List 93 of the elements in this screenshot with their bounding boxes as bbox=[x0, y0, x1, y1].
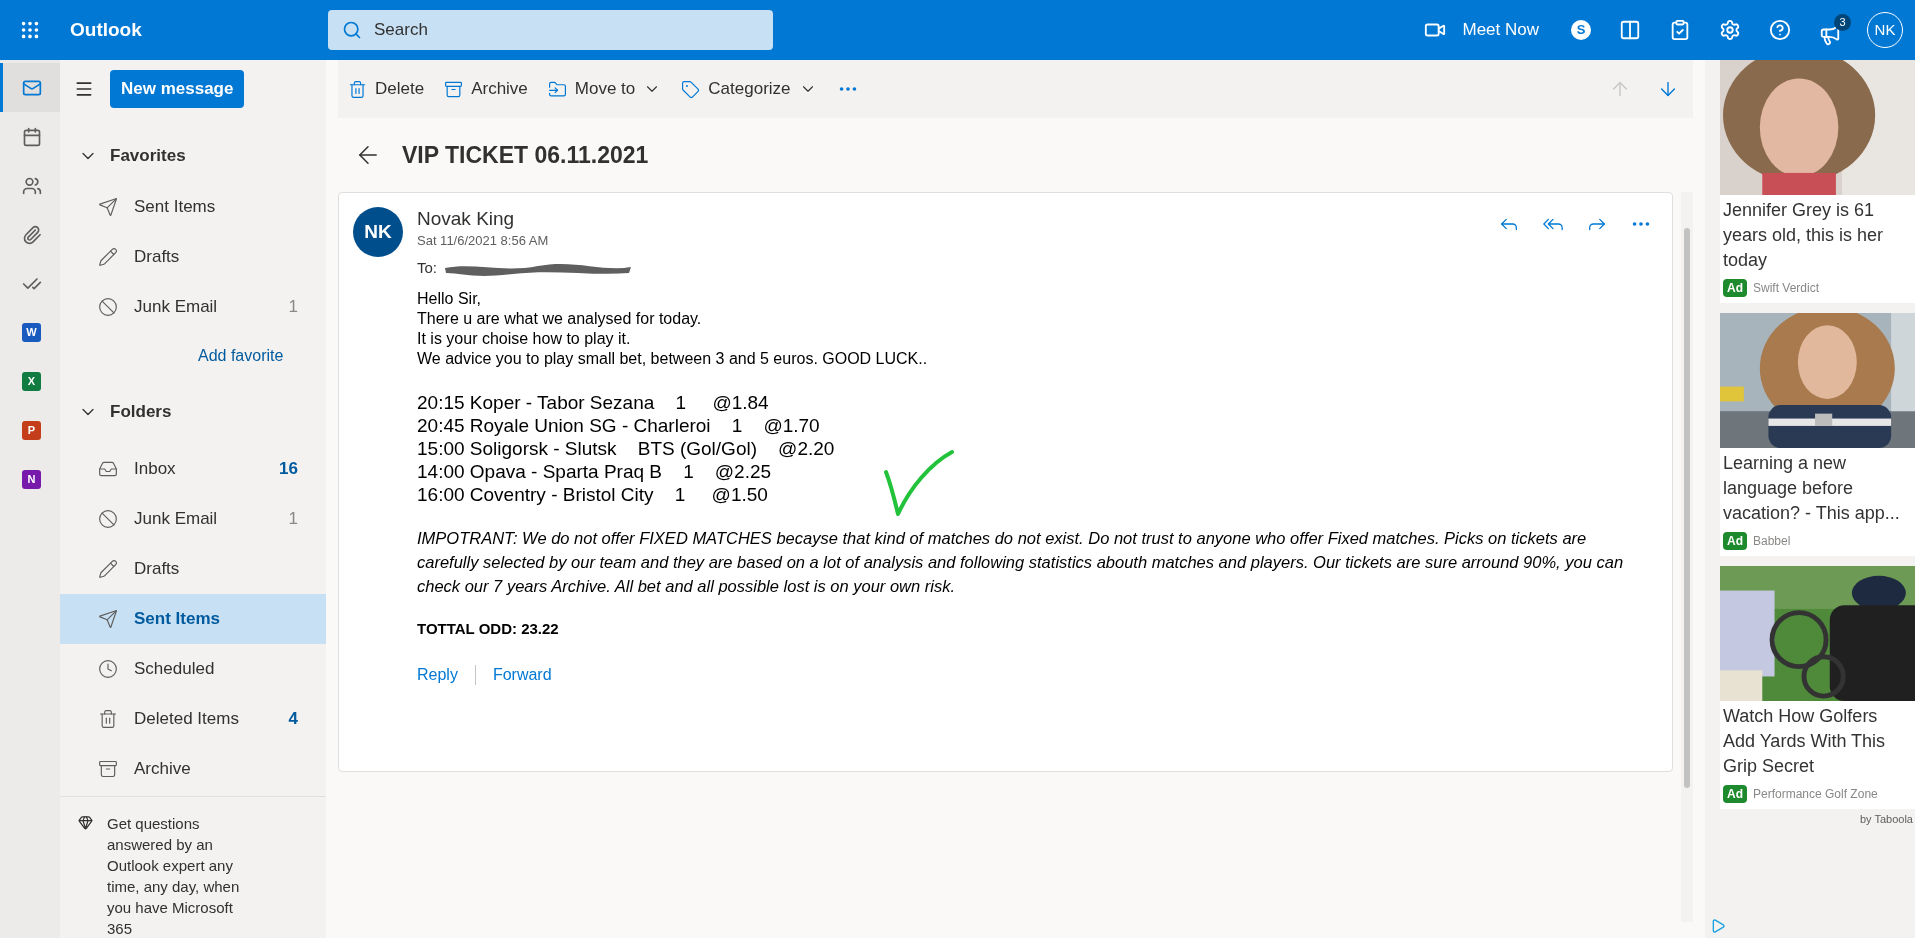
rail-item[interactable]: W bbox=[0, 308, 60, 357]
app-icon: X bbox=[22, 372, 41, 391]
skype-icon[interactable]: S bbox=[1571, 20, 1591, 40]
message-action-link[interactable]: Reply bbox=[417, 662, 458, 687]
trash-icon bbox=[98, 709, 118, 729]
recipient-label: To: bbox=[417, 257, 437, 278]
body-text: Hello Sir, bbox=[417, 289, 482, 309]
unread-count: 1 bbox=[288, 508, 298, 531]
unread-count: 1 bbox=[288, 296, 298, 319]
diamond-icon bbox=[78, 815, 93, 830]
ad-badge: Ad bbox=[1723, 279, 1747, 297]
folder-move-icon bbox=[547, 79, 567, 99]
pencil-icon bbox=[98, 247, 118, 267]
folder-item[interactable]: Sent Items bbox=[60, 594, 326, 644]
body-text: We advice you to play small bet, between 3 and 5 euros. GOOD LUCK.. bbox=[417, 349, 928, 369]
sender-avatar: NK bbox=[353, 207, 403, 257]
folder-item[interactable]: Inbox 16 bbox=[60, 444, 326, 494]
body-text: It is your choise how to play it. bbox=[417, 329, 631, 349]
folder-item[interactable]: Sent Items bbox=[60, 182, 326, 232]
pick-line: 16:00 Coventry - Bristol City 1 @1.50 bbox=[417, 483, 768, 506]
clock-icon bbox=[98, 659, 118, 679]
folder-item[interactable]: Archive bbox=[60, 744, 326, 794]
inbox-icon bbox=[98, 459, 118, 479]
add-favorite-link[interactable]: Add favorite bbox=[60, 332, 326, 380]
app-icon: W bbox=[22, 323, 41, 342]
send-icon bbox=[98, 197, 118, 217]
archive-icon bbox=[444, 79, 464, 99]
meet-now-button[interactable]: Meet Now bbox=[1424, 17, 1539, 43]
archive-icon bbox=[98, 759, 118, 779]
folder-item[interactable]: Junk Email 1 bbox=[60, 494, 326, 544]
upgrade-promo: Get questions answered by an Outlook expert any time, any day, when you have Microsoft 365 bbox=[107, 814, 241, 938]
disclaimer-text: IMPOTRANT: We do not offer FIXED MATCHES becayse that kind of matches do not exist. Do not trust to anyone who offer Fixed matches. Picks on tickets are carefully selected by our team and they are based on a lot of analysis and following statistics abouth matches and players. Our tickets are sure arround 90%, you can check our 7 years Archive. All bet and all possible lost is on your own risk. bbox=[417, 528, 1625, 597]
unread-count: 4 bbox=[288, 708, 298, 731]
rail-item[interactable]: X bbox=[0, 357, 60, 406]
ad-title: Watch How Golfers Add Yards With This Grip Secret bbox=[1722, 705, 1887, 778]
rail-item[interactable]: P bbox=[0, 406, 60, 455]
sender-name: Novak King bbox=[417, 207, 515, 231]
toolbar-button[interactable]: Delete bbox=[348, 76, 425, 102]
ad-source: Babbel bbox=[1753, 533, 1791, 550]
ad-card[interactable]: Watch How Golfers Add Yards With This Grip Secret Ad Performance Golf Zone bbox=[1720, 566, 1915, 809]
message-action-link[interactable]: Forward bbox=[492, 662, 552, 687]
paperclip-icon bbox=[21, 224, 42, 245]
unread-count: 16 bbox=[279, 458, 298, 481]
send-icon bbox=[98, 609, 118, 629]
ad-title: Learning a new language before vacation? - This app... bbox=[1722, 452, 1901, 525]
pencil-icon bbox=[98, 559, 118, 579]
notification-badge: 3 bbox=[1834, 14, 1851, 31]
section-header[interactable]: Folders bbox=[60, 386, 326, 438]
ad-choices-icon bbox=[1710, 918, 1726, 934]
pick-line: 14:00 Opava - Sparta Praq B 1 @2.25 bbox=[417, 460, 772, 483]
body-text: There u are what we analysed for today. bbox=[417, 309, 702, 329]
toolbar-button[interactable]: Archive bbox=[444, 76, 528, 102]
ad-source: Swift Verdict bbox=[1753, 280, 1820, 297]
rail-item[interactable]: N bbox=[0, 455, 60, 504]
folder-item[interactable]: Drafts bbox=[60, 232, 326, 282]
toolbar-button[interactable]: Move to bbox=[547, 76, 662, 102]
scrollbar[interactable] bbox=[1681, 192, 1693, 922]
pick-line: 20:45 Royale Union SG - Charleroi 1 @1.70 bbox=[417, 414, 820, 437]
pick-line: 15:00 Soligorsk - Slutsk BTS (Gol/Gol) @2.20 bbox=[417, 437, 835, 460]
megaphone-icon[interactable] bbox=[1819, 24, 1841, 46]
settings-icon[interactable] bbox=[1719, 19, 1741, 41]
clipboard-check-icon[interactable] bbox=[1669, 19, 1691, 41]
pick-line: 20:15 Koper - Tabor Sezana 1 @1.84 bbox=[417, 391, 769, 414]
folder-item[interactable]: Drafts bbox=[60, 544, 326, 594]
blocked-icon bbox=[98, 297, 118, 317]
folder-item[interactable]: Deleted Items 4 bbox=[60, 694, 326, 744]
message-subject: VIP TICKET 06.11.2021 bbox=[402, 140, 649, 170]
ad-card[interactable]: Jennifer Grey is 61 years old, this is her today Ad Swift Verdict bbox=[1720, 60, 1915, 303]
people-icon bbox=[21, 175, 42, 196]
blocked-icon bbox=[98, 509, 118, 529]
toolbar-button[interactable]: Categorize bbox=[681, 76, 817, 102]
folder-item[interactable]: Scheduled bbox=[60, 644, 326, 694]
folder-item[interactable]: Junk Email 1 bbox=[60, 282, 326, 332]
total-odds: TOTTAL ODD: 23.22 bbox=[417, 619, 559, 639]
search-field[interactable]: Search bbox=[328, 10, 773, 50]
trash-icon bbox=[348, 79, 367, 99]
new-message-button[interactable]: New message bbox=[110, 70, 245, 108]
app-icon: N bbox=[22, 470, 41, 489]
app-name: Outlook bbox=[70, 17, 143, 42]
ad-card[interactable]: Learning a new language before vacation? - This app... Ad Babbel bbox=[1720, 313, 1915, 556]
help-icon[interactable] bbox=[1769, 19, 1791, 41]
message-date: Sat 11/6/2021 8:56 AM bbox=[417, 232, 549, 250]
calendar-icon bbox=[21, 126, 42, 147]
ad-badge: Ad bbox=[1723, 785, 1747, 803]
ad-title: Jennifer Grey is 61 years old, this is her today bbox=[1722, 199, 1885, 272]
ad-badge: Ad bbox=[1723, 532, 1747, 550]
section-header[interactable]: Favorites bbox=[60, 130, 326, 182]
panel-icon[interactable] bbox=[1619, 19, 1641, 41]
tag-icon bbox=[681, 79, 701, 99]
app-icon: P bbox=[22, 421, 41, 440]
search-icon bbox=[342, 20, 362, 40]
ad-source: Performance Golf Zone bbox=[1753, 786, 1878, 803]
ad-provider: by Taboola bbox=[1860, 812, 1914, 827]
